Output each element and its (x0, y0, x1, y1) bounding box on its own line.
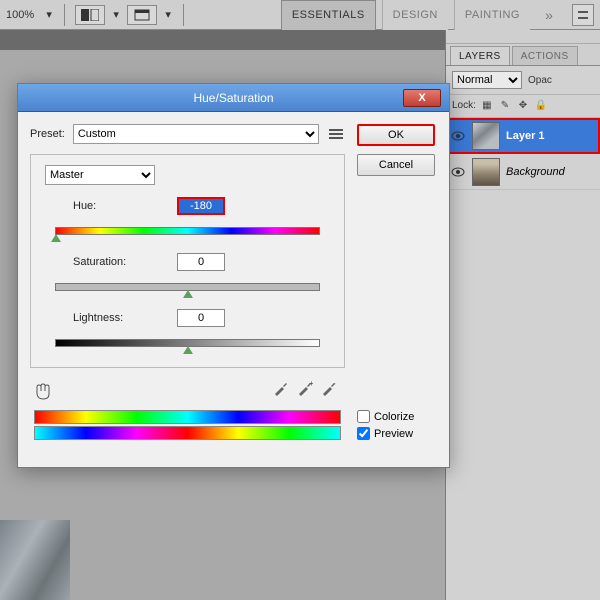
lightness-slider[interactable] (45, 333, 330, 353)
colorize-checkbox[interactable] (357, 410, 370, 423)
hue-strip-result (34, 426, 341, 440)
dialog-titlebar[interactable]: Hue/Saturation X (18, 84, 449, 112)
preview-checkbox-row[interactable]: Preview (357, 427, 437, 440)
zoom-level[interactable]: 100% (6, 9, 38, 21)
panel-tab-actions[interactable]: ACTIONS (512, 46, 578, 65)
hue-strip-source (34, 410, 341, 424)
separator (64, 4, 65, 26)
eye-icon (451, 131, 465, 141)
dialog-title: Hue/Saturation (18, 91, 449, 105)
layer-row-layer1[interactable]: Layer 1 (446, 118, 600, 154)
arrange-dropdown-icon[interactable]: ▾ (163, 8, 173, 21)
document-tab-strip (0, 30, 445, 50)
layer-row-background[interactable]: Background (446, 154, 600, 190)
eyedropper-add-icon[interactable]: + (297, 380, 313, 396)
arrange-icon (134, 9, 150, 21)
eyedropper-icon[interactable] (273, 380, 289, 396)
layer-name[interactable]: Layer 1 (506, 130, 545, 142)
options-bar: 100% ▾ ▾ ▾ ESSENTIALS DESIGN PAINTING » (0, 0, 600, 30)
colorize-checkbox-row[interactable]: Colorize (357, 410, 437, 423)
close-button[interactable]: X (403, 89, 441, 107)
preview-label: Preview (374, 428, 413, 440)
adjustment-group: Master Hue: Saturation: (30, 154, 345, 368)
layer-name[interactable]: Background (506, 166, 565, 178)
preview-checkbox[interactable] (357, 427, 370, 440)
saturation-label: Saturation: (45, 256, 177, 268)
expand-icon (578, 10, 588, 20)
saturation-input[interactable] (177, 253, 225, 271)
workspace-tab-design[interactable]: DESIGN (382, 0, 448, 30)
opacity-label: Opac (528, 75, 552, 86)
workspace-expand-button[interactable] (572, 4, 594, 26)
layers-panel: LAYERS ACTIONS Normal Opac Lock: ▦ ✎ ✥ 🔒… (445, 30, 600, 600)
screen-mode-icon (81, 9, 99, 21)
workspace-tab-essentials[interactable]: ESSENTIALS (281, 0, 376, 30)
screen-mode-dropdown-icon[interactable]: ▾ (111, 8, 121, 21)
hand-icon (33, 382, 53, 400)
svg-text:+: + (309, 380, 313, 388)
lock-transparent-icon[interactable]: ▦ (480, 98, 494, 112)
lock-all-icon[interactable]: 🔒 (534, 98, 548, 112)
visibility-toggle[interactable] (450, 164, 466, 180)
arrange-button[interactable] (127, 5, 157, 25)
hue-label: Hue: (45, 200, 177, 212)
menu-icon (329, 128, 343, 140)
blend-mode-select[interactable]: Normal (452, 71, 522, 89)
layer-thumbnail[interactable] (472, 122, 500, 150)
hue-input[interactable] (177, 197, 225, 215)
hue-saturation-dialog: Hue/Saturation X Preset: Custom Master (17, 83, 450, 468)
lightness-label: Lightness: (45, 312, 177, 324)
colorize-label: Colorize (374, 411, 414, 423)
workspace-tab-painting[interactable]: PAINTING (454, 0, 530, 30)
cancel-button[interactable]: Cancel (357, 154, 435, 176)
lightness-param: Lightness: (45, 309, 330, 353)
preset-label: Preset: (30, 128, 65, 140)
lock-move-icon[interactable]: ✥ (516, 98, 530, 112)
separator (183, 4, 184, 26)
zoom-dropdown-icon[interactable]: ▾ (44, 8, 54, 21)
saturation-param: Saturation: (45, 253, 330, 297)
hue-slider[interactable] (45, 221, 330, 241)
eye-icon (451, 167, 465, 177)
lock-brush-icon[interactable]: ✎ (498, 98, 512, 112)
visibility-toggle[interactable] (450, 128, 466, 144)
workspace-more-icon[interactable]: » (536, 7, 562, 23)
svg-text:-: - (333, 380, 336, 388)
preset-select[interactable]: Custom (73, 124, 319, 144)
lightness-input[interactable] (177, 309, 225, 327)
hue-param: Hue: (45, 197, 330, 241)
layer-thumbnail[interactable] (472, 158, 500, 186)
targeted-adjust-button[interactable] (30, 380, 56, 402)
panel-tab-strip: LAYERS ACTIONS (446, 44, 600, 66)
preset-menu-button[interactable] (327, 125, 345, 143)
close-icon: X (418, 92, 425, 104)
ok-button[interactable]: OK (357, 124, 435, 146)
lock-label: Lock: (452, 100, 476, 111)
panel-tab-layers[interactable]: LAYERS (450, 46, 510, 65)
document-image (0, 520, 70, 600)
saturation-slider[interactable] (45, 277, 330, 297)
channel-select[interactable]: Master (45, 165, 155, 185)
screen-mode-button[interactable] (75, 5, 105, 25)
eyedropper-subtract-icon[interactable]: - (321, 380, 337, 396)
